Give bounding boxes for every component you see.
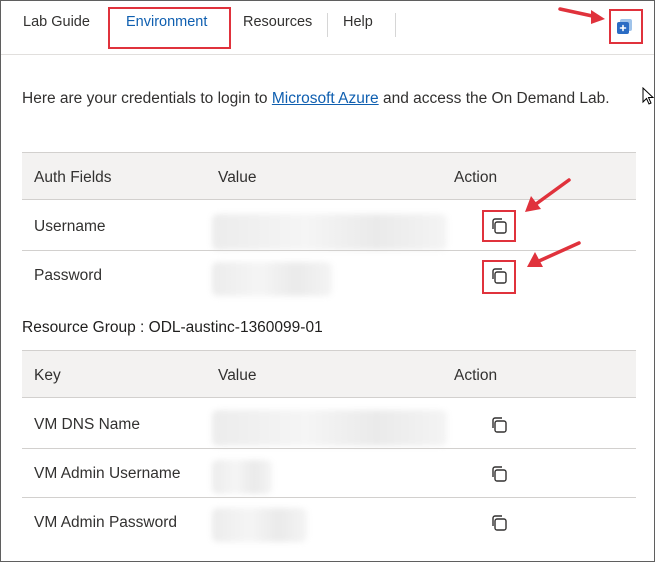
row-label-username: Username <box>34 218 106 235</box>
copy-icon[interactable] <box>490 267 508 285</box>
tab-divider <box>327 13 328 37</box>
vm-table-header: Key Value Action <box>22 350 636 398</box>
tab-divider <box>395 13 396 37</box>
tab-lab-guide[interactable]: Lab Guide <box>23 14 90 30</box>
redacted-value <box>212 410 447 446</box>
redacted-value <box>212 508 307 542</box>
vm-table: Key Value Action VM DNS Name VM Admin Us… <box>22 350 636 547</box>
header-key: Key <box>34 367 61 384</box>
lab-panel: Lab Guide Environment Resources Help Her… <box>0 0 655 562</box>
arrow-annotation <box>525 178 571 212</box>
intro-text: Here are your credentials to login to Mi… <box>22 90 610 107</box>
header-value: Value <box>218 169 257 186</box>
copy-icon[interactable] <box>490 416 508 434</box>
arrow-annotation <box>558 7 605 24</box>
redacted-value <box>212 262 332 296</box>
row-label-vm-admin-username: VM Admin Username <box>34 465 181 482</box>
row-divider <box>22 448 636 449</box>
tab-resources[interactable]: Resources <box>243 14 312 30</box>
tab-help[interactable]: Help <box>343 14 373 30</box>
tab-bar: Lab Guide Environment Resources Help <box>1 1 654 55</box>
header-action: Action <box>454 169 498 186</box>
copy-icon[interactable] <box>490 217 508 235</box>
resource-group-label: Resource Group : ODL-austinc-1360099-01 <box>22 319 323 336</box>
microsoft-azure-link[interactable]: Microsoft Azure <box>272 90 379 107</box>
redacted-value <box>212 214 447 250</box>
redacted-value <box>212 460 272 494</box>
arrow-annotation <box>527 241 581 267</box>
copy-icon[interactable] <box>490 465 508 483</box>
credentials-table: Auth Fields Value Action Username Passwo… <box>22 152 636 300</box>
header-action: Action <box>454 367 498 384</box>
header-value: Value <box>218 367 257 384</box>
environment-tab-highlight <box>108 7 231 49</box>
row-divider <box>22 497 636 498</box>
popout-icon[interactable] <box>616 18 633 35</box>
header-auth-fields: Auth Fields <box>34 169 112 186</box>
copy-icon[interactable] <box>490 514 508 532</box>
row-label-password: Password <box>34 267 103 284</box>
row-label-vm-dns-name: VM DNS Name <box>34 416 140 433</box>
mouse-cursor-icon <box>642 87 654 105</box>
row-label-vm-admin-password: VM Admin Password <box>34 514 177 531</box>
